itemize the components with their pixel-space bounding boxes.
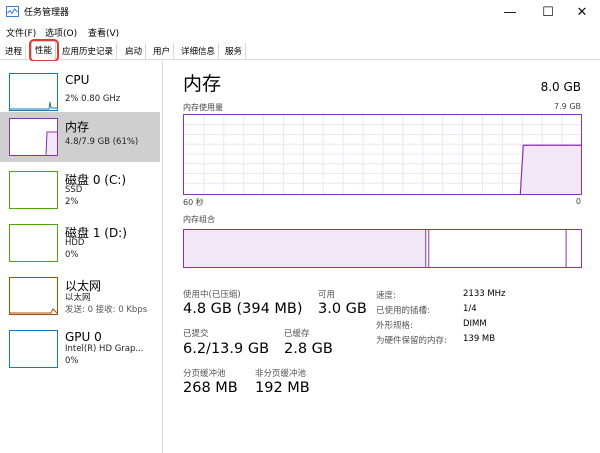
ethernet-thumbnail-graph — [9, 277, 58, 315]
memory-composition-bar — [183, 229, 582, 268]
resource-cpu[interactable]: CPU 2% 0.80 GHz — [0, 67, 160, 117]
slots-label: 已使用的插槽: — [376, 306, 430, 316]
resource-disk-d[interactable]: 磁盘 1 (D:) HDD 0% — [0, 218, 160, 268]
resource-gpu[interactable]: GPU 0 Intel(R) HD Grap... 0% — [0, 324, 160, 374]
tab-processes[interactable]: 进程 — [2, 43, 27, 59]
title-bar: 任务管理器 — ☐ ✕ — [0, 0, 600, 24]
tab-startup[interactable]: 启动 — [122, 43, 147, 59]
memory-thumbnail-graph — [9, 118, 58, 156]
menu-view[interactable]: 查看(V) — [88, 26, 119, 39]
resource-detail: HDD — [65, 238, 85, 248]
tab-app-history[interactable]: 应用历史记录 — [59, 43, 118, 59]
committed-value: 6.2/13.9 GB — [183, 341, 270, 357]
committed-label: 已提交 — [183, 329, 209, 339]
paged-pool-value: 268 MB — [183, 380, 238, 396]
available-value: 3.0 GB — [318, 301, 367, 317]
cached-label: 已缓存 — [284, 329, 310, 339]
resource-usage: 0% — [65, 250, 79, 260]
window-title: 任务管理器 — [24, 8, 70, 18]
hardware-reserved-label: 为硬件保留的内存: — [376, 336, 447, 346]
nonpaged-pool-label: 非分页缓冲池 — [255, 369, 307, 379]
resource-detail: 以太网 — [65, 293, 91, 303]
resource-disk-c[interactable]: 磁盘 0 (C:) SSD 2% — [0, 165, 160, 215]
available-label: 可用 — [318, 290, 336, 300]
resource-name: 内存 — [65, 120, 90, 134]
tab-services[interactable]: 服务 — [222, 43, 247, 59]
disk-d-thumbnail-graph — [9, 224, 58, 262]
memory-usage-graph — [183, 114, 582, 195]
hardware-reserved-value: 139 MB — [463, 334, 496, 344]
resource-list: CPU 2% 0.80 GHz 内存 4.8/7.9 GB (61%) 磁盘 0… — [0, 61, 163, 453]
paged-pool-label: 分页缓冲池 — [183, 369, 226, 379]
close-button[interactable]: ✕ — [560, 0, 600, 24]
task-manager-icon — [6, 6, 19, 17]
resource-usage: 2% — [65, 197, 79, 207]
resource-name: CPU — [65, 73, 90, 87]
resource-ethernet[interactable]: 以太网 以太网 发送: 0 接收: 0 Kbps — [0, 271, 160, 321]
resource-throughput: 发送: 0 接收: 0 Kbps — [65, 305, 148, 315]
tab-users[interactable]: 用户 — [150, 43, 175, 59]
maximize-icon: ☐ — [542, 4, 554, 20]
menu-bar: 文件(F) 选项(O) 查看(V) — [0, 24, 600, 40]
disk-c-thumbnail-graph — [9, 171, 58, 209]
total-memory: 8.0 GB — [540, 80, 581, 94]
tab-performance[interactable]: 性能 — [31, 41, 57, 61]
cached-value: 2.8 GB — [284, 341, 333, 357]
speed-value: 2133 MHz — [463, 289, 506, 299]
minimize-icon: — — [503, 4, 517, 20]
menu-file[interactable]: 文件(F) — [6, 26, 36, 39]
usage-graph-label: 内存使用量 — [183, 103, 223, 112]
page-title: 内存 — [183, 73, 222, 95]
tab-details[interactable]: 详细信息 — [178, 43, 220, 59]
resource-detail: SSD — [65, 185, 83, 195]
resource-usage: 0% — [65, 356, 79, 366]
in-use-value: 4.8 GB (394 MB) — [183, 301, 303, 317]
close-icon: ✕ — [576, 4, 588, 20]
speed-label: 速度: — [376, 291, 396, 301]
resource-detail: 2% 0.80 GHz — [65, 94, 121, 104]
resource-detail: 4.8/7.9 GB (61%) — [65, 137, 139, 147]
graph-axis-start: 60 秒 — [183, 198, 204, 207]
menu-options[interactable]: 选项(O) — [45, 26, 77, 39]
slots-value: 1/4 — [463, 304, 477, 314]
tab-bar: 进程 性能 应用历史记录 启动 用户 详细信息 服务 — [0, 41, 600, 61]
graph-axis-end: 0 — [575, 197, 581, 206]
usage-graph-max: 7.9 GB — [554, 102, 581, 111]
nonpaged-pool-value: 192 MB — [255, 380, 310, 396]
resource-detail: Intel(R) HD Grap... — [65, 344, 144, 354]
in-use-label: 使用中(已压缩) — [183, 290, 241, 300]
memory-detail-panel: 内存 8.0 GB 内存使用量 7.9 GB 60 秒 0 内存组合 使用中(已… — [164, 61, 600, 453]
form-factor-value: DIMM — [463, 319, 487, 329]
composition-label: 内存组合 — [183, 215, 215, 224]
form-factor-label: 外形规格: — [376, 321, 413, 331]
resource-memory[interactable]: 内存 4.8/7.9 GB (61%) — [0, 112, 160, 162]
gpu-thumbnail-graph — [9, 330, 58, 368]
cpu-thumbnail-graph — [9, 73, 58, 111]
resource-name: GPU 0 — [65, 330, 102, 344]
